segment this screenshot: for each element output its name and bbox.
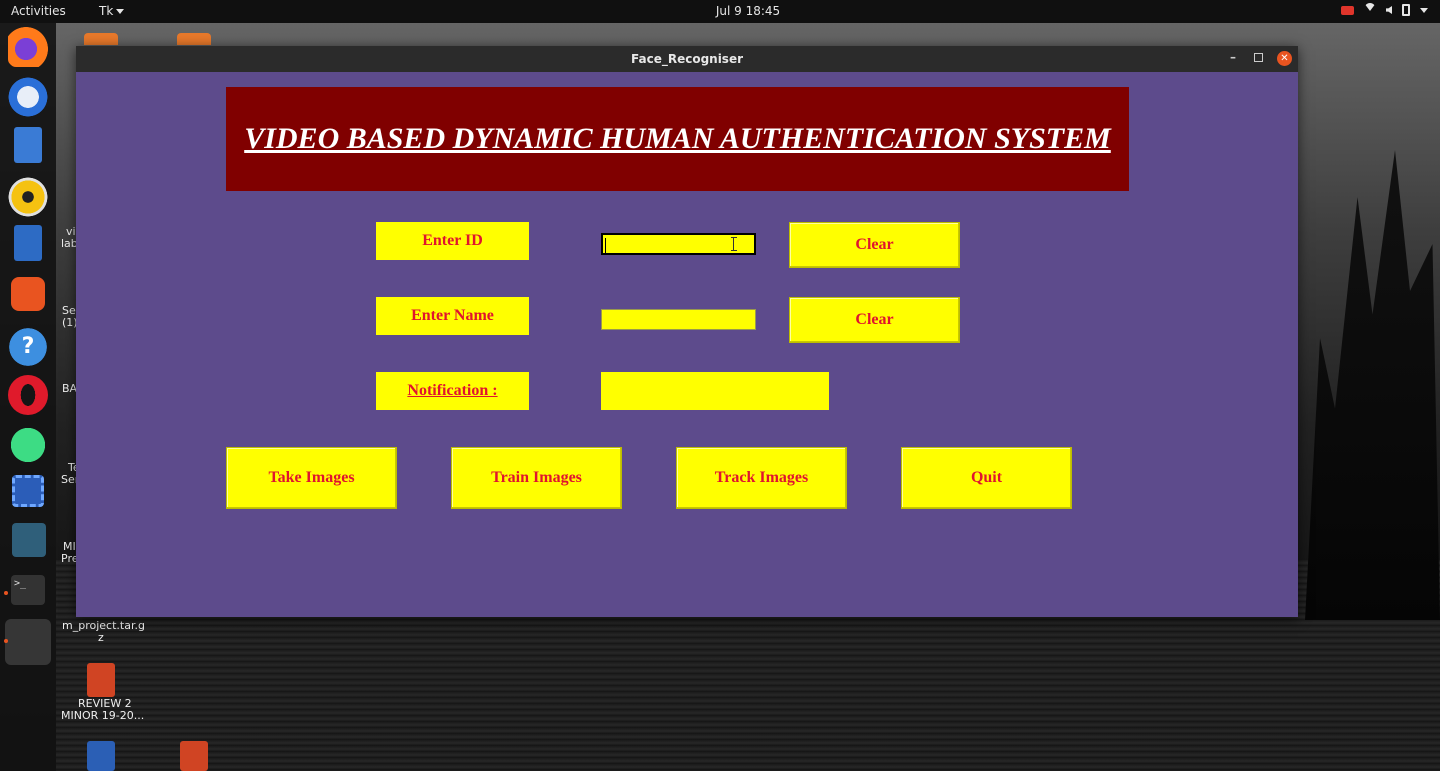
folder-icon[interactable] [177, 33, 211, 45]
help-icon[interactable]: ? [8, 327, 48, 367]
banner-title: VIDEO BASED DYNAMIC HUMAN AUTHENTICATION… [226, 87, 1129, 191]
volume-icon[interactable] [1386, 6, 1392, 14]
app-content: VIDEO BASED DYNAMIC HUMAN AUTHENTICATION… [76, 72, 1298, 617]
window-titlebar[interactable]: Face_Recogniser – ✕ [76, 46, 1298, 72]
minimize-icon[interactable]: – [1226, 50, 1240, 66]
enter-id-label: Enter ID [376, 222, 529, 260]
clear-id-button[interactable]: Clear [789, 222, 960, 268]
ppt-file-label[interactable]: MINOR 19-20... [61, 710, 144, 722]
screenshot-icon[interactable] [12, 475, 44, 507]
mysql-workbench-icon[interactable] [12, 523, 46, 557]
terminal-icon[interactable]: >_ [11, 575, 45, 605]
face-recogniser-window: Face_Recogniser – ✕ VIDEO BASED DYNAMIC … [76, 46, 1298, 617]
chevron-down-icon[interactable] [1420, 7, 1428, 13]
maximize-icon[interactable] [1254, 53, 1263, 62]
close-icon[interactable]: ✕ [1277, 51, 1292, 66]
wifi-icon[interactable] [1364, 3, 1376, 17]
notification-label: Notification : [376, 372, 529, 410]
word-file-icon[interactable] [87, 741, 115, 771]
firefox-icon[interactable] [8, 27, 48, 67]
top-bar: Activities Tk Jul 9 18:45 [0, 0, 1440, 23]
track-images-button[interactable]: Track Images [676, 447, 847, 509]
running-indicator [4, 591, 8, 595]
archive-label[interactable]: z [98, 632, 104, 644]
powerpoint-file-icon[interactable] [87, 663, 115, 697]
tk-app-icon[interactable] [5, 619, 51, 665]
camera-icon[interactable] [1341, 5, 1354, 15]
android-studio-icon[interactable] [8, 425, 48, 465]
take-images-button[interactable]: Take Images [226, 447, 397, 509]
software-center-icon[interactable] [11, 277, 45, 311]
dock: ? >_ [0, 23, 56, 771]
quit-button[interactable]: Quit [901, 447, 1072, 509]
ibeam-cursor-icon [731, 237, 739, 251]
powerpoint-file-icon[interactable] [180, 741, 208, 771]
desktop-label[interactable]: BA [62, 383, 77, 395]
name-input[interactable] [601, 309, 756, 330]
thunderbird-icon[interactable] [8, 77, 48, 117]
files-icon[interactable] [14, 127, 42, 163]
clear-name-button[interactable]: Clear [789, 297, 960, 343]
notification-message [601, 372, 829, 410]
opera-icon[interactable] [8, 375, 48, 415]
enter-name-label: Enter Name [376, 297, 529, 335]
clock[interactable]: Jul 9 18:45 [0, 4, 1440, 18]
window-title: Face_Recogniser [630, 52, 744, 66]
running-indicator [4, 639, 8, 643]
libreoffice-writer-icon[interactable] [14, 225, 42, 261]
text-caret [605, 238, 606, 253]
rhythmbox-icon[interactable] [8, 177, 48, 217]
system-tray[interactable] [1341, 3, 1428, 17]
id-input[interactable] [601, 233, 756, 255]
train-images-button[interactable]: Train Images [451, 447, 622, 509]
folder-icon[interactable] [84, 33, 118, 45]
battery-icon[interactable] [1402, 4, 1410, 16]
